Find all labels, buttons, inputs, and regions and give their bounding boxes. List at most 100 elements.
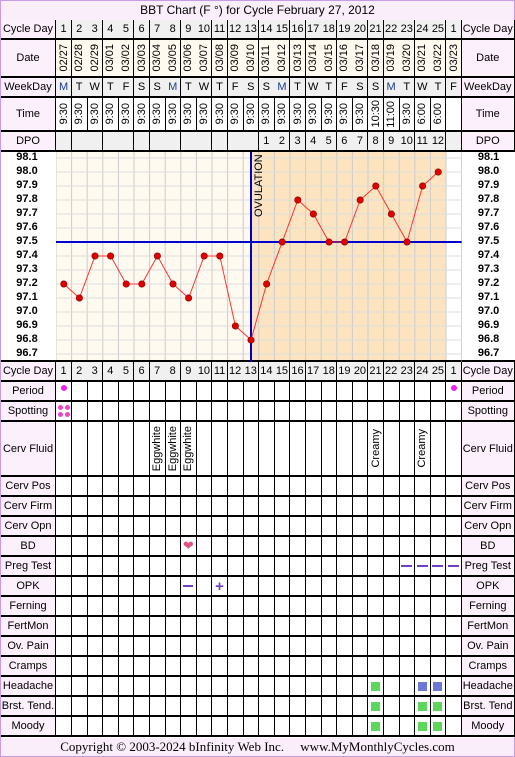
period-cell[interactable] xyxy=(87,382,104,402)
cerv-pos-cell[interactable] xyxy=(212,477,229,497)
cramps-cell[interactable] xyxy=(118,657,135,677)
bd-cell[interactable] xyxy=(71,537,88,557)
cramps-cell[interactable] xyxy=(321,657,338,677)
bd-cell[interactable] xyxy=(243,537,260,557)
period-cell[interactable] xyxy=(399,382,416,402)
headache-cell[interactable] xyxy=(102,677,119,697)
cerv-pos-cell[interactable] xyxy=(56,477,73,497)
ferning-cell[interactable] xyxy=(274,597,291,617)
brst-tend-cell[interactable] xyxy=(352,697,369,717)
ferning-cell[interactable] xyxy=(368,597,385,617)
headache-cell[interactable] xyxy=(305,677,322,697)
ferning-cell[interactable] xyxy=(118,597,135,617)
preg-test-cell[interactable] xyxy=(134,557,151,577)
preg-test-cell[interactable] xyxy=(180,557,197,577)
cerv-opn-cell[interactable] xyxy=(274,517,291,537)
cerv-firm-cell[interactable] xyxy=(212,497,229,517)
brst-tend-cell[interactable] xyxy=(227,697,244,717)
preg-test-cell[interactable] xyxy=(149,557,166,577)
headache-cell[interactable] xyxy=(258,677,275,697)
ov-pain-cell[interactable] xyxy=(352,637,369,657)
moody-cell[interactable] xyxy=(321,717,338,737)
ov-pain-cell[interactable] xyxy=(87,637,104,657)
preg-test-cell[interactable] xyxy=(383,557,400,577)
period-cell[interactable] xyxy=(274,382,291,402)
opk-cell[interactable] xyxy=(383,577,400,597)
preg-test-cell[interactable] xyxy=(336,557,353,577)
ferning-cell[interactable] xyxy=(290,597,307,617)
cerv-firm-cell[interactable] xyxy=(368,497,385,517)
cramps-cell[interactable] xyxy=(87,657,104,677)
cerv-opn-cell[interactable] xyxy=(180,517,197,537)
preg-test-cell[interactable] xyxy=(87,557,104,577)
period-cell[interactable] xyxy=(414,382,431,402)
spotting-cell[interactable] xyxy=(305,402,322,422)
opk-cell[interactable] xyxy=(446,577,463,597)
ov-pain-cell[interactable] xyxy=(336,637,353,657)
ferning-cell[interactable] xyxy=(399,597,416,617)
fertmon-cell[interactable] xyxy=(290,617,307,637)
ferning-cell[interactable] xyxy=(321,597,338,617)
ferning-cell[interactable] xyxy=(196,597,213,617)
cerv-fluid-cell[interactable] xyxy=(102,422,119,477)
headache-cell[interactable] xyxy=(165,677,182,697)
period-cell[interactable] xyxy=(336,382,353,402)
opk-cell[interactable] xyxy=(227,577,244,597)
moody-cell[interactable] xyxy=(414,717,431,737)
cerv-firm-cell[interactable] xyxy=(196,497,213,517)
spotting-cell[interactable] xyxy=(134,402,151,422)
cerv-fluid-cell[interactable] xyxy=(71,422,88,477)
cerv-pos-cell[interactable] xyxy=(180,477,197,497)
ov-pain-cell[interactable] xyxy=(290,637,307,657)
cerv-opn-cell[interactable] xyxy=(243,517,260,537)
brst-tend-cell[interactable] xyxy=(118,697,135,717)
period-cell[interactable] xyxy=(227,382,244,402)
fertmon-cell[interactable] xyxy=(56,617,73,637)
spotting-cell[interactable] xyxy=(274,402,291,422)
brst-tend-cell[interactable] xyxy=(149,697,166,717)
period-cell[interactable] xyxy=(149,382,166,402)
fertmon-cell[interactable] xyxy=(336,617,353,637)
bd-cell[interactable] xyxy=(102,537,119,557)
brst-tend-cell[interactable] xyxy=(368,697,385,717)
opk-cell[interactable] xyxy=(305,577,322,597)
period-cell[interactable] xyxy=(305,382,322,402)
cramps-cell[interactable] xyxy=(258,657,275,677)
period-cell[interactable] xyxy=(71,382,88,402)
moody-cell[interactable] xyxy=(56,717,73,737)
cerv-fluid-cell[interactable] xyxy=(227,422,244,477)
preg-test-cell[interactable] xyxy=(290,557,307,577)
bd-cell[interactable] xyxy=(56,537,73,557)
opk-cell[interactable] xyxy=(290,577,307,597)
spotting-cell[interactable] xyxy=(165,402,182,422)
cerv-opn-cell[interactable] xyxy=(399,517,416,537)
cerv-firm-cell[interactable] xyxy=(87,497,104,517)
ov-pain-cell[interactable] xyxy=(71,637,88,657)
opk-cell[interactable] xyxy=(134,577,151,597)
brst-tend-cell[interactable] xyxy=(430,697,447,717)
headache-cell[interactable] xyxy=(118,677,135,697)
cerv-fluid-cell[interactable] xyxy=(399,422,416,477)
moody-cell[interactable] xyxy=(196,717,213,737)
ov-pain-cell[interactable] xyxy=(212,637,229,657)
spotting-cell[interactable] xyxy=(368,402,385,422)
moody-cell[interactable] xyxy=(227,717,244,737)
spotting-cell[interactable] xyxy=(71,402,88,422)
opk-cell[interactable] xyxy=(368,577,385,597)
cramps-cell[interactable] xyxy=(274,657,291,677)
cerv-fluid-cell[interactable] xyxy=(87,422,104,477)
cerv-opn-cell[interactable] xyxy=(430,517,447,537)
headache-cell[interactable] xyxy=(352,677,369,697)
period-cell[interactable] xyxy=(196,382,213,402)
cerv-opn-cell[interactable] xyxy=(56,517,73,537)
period-cell[interactable] xyxy=(258,382,275,402)
fertmon-cell[interactable] xyxy=(227,617,244,637)
spotting-cell[interactable] xyxy=(180,402,197,422)
moody-cell[interactable] xyxy=(290,717,307,737)
preg-test-cell[interactable] xyxy=(274,557,291,577)
headache-cell[interactable] xyxy=(243,677,260,697)
opk-cell[interactable] xyxy=(71,577,88,597)
brst-tend-cell[interactable] xyxy=(71,697,88,717)
cerv-pos-cell[interactable] xyxy=(414,477,431,497)
cerv-firm-cell[interactable] xyxy=(102,497,119,517)
